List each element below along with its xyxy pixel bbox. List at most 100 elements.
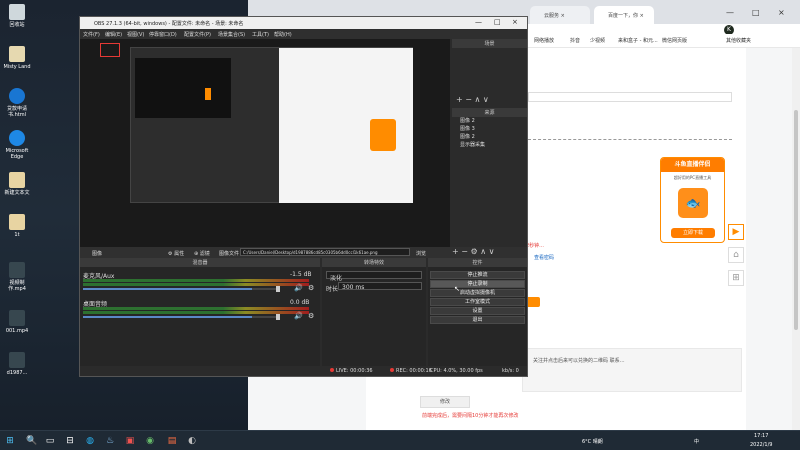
menu-tools[interactable]: 工具(T) (252, 31, 269, 38)
clock-date[interactable]: 2022/1/9 (750, 442, 772, 448)
ad-download-button[interactable]: 立即下载 (671, 228, 715, 238)
menu-edit[interactable]: 编辑(E) (105, 31, 122, 38)
source-item[interactable]: 显示器采集 (452, 141, 527, 149)
volume-slider[interactable] (83, 288, 279, 290)
menu-profile[interactable]: 配置文件(P) (184, 31, 211, 38)
stop-streaming-button[interactable]: 停止推流 (430, 271, 525, 279)
bookmark-item[interactable]: 抖音 (570, 37, 580, 44)
studio-mode-button[interactable]: 工作室模式 (430, 298, 525, 306)
volume-slider[interactable] (83, 316, 279, 318)
volume-meter (83, 279, 309, 282)
douyu-ad[interactable]: 斗鱼直播伴侣 超好用的PC直播工具 🐟 立即下载 (660, 157, 725, 243)
exit-button[interactable]: 退出 (430, 316, 525, 324)
tab-label: 云服务 × (544, 13, 565, 19)
obs-title-bar: OBS 27.1.3 (64-bit, windows) - 配置文件: 未命名… (80, 17, 527, 29)
app-icon[interactable]: ▤ (166, 435, 178, 447)
desktop-icon-recycle-bin[interactable]: 回收站 (2, 4, 32, 28)
gear-icon[interactable]: ⚙ (308, 284, 314, 292)
chrome-icon[interactable]: ◉ (144, 435, 156, 447)
transition-select[interactable]: 淡化 (326, 271, 422, 282)
weather[interactable]: 6°C 晴朗 (582, 438, 603, 445)
minimize-button[interactable]: — (475, 18, 482, 26)
source-type-label: 图像 (92, 251, 103, 257)
volume-slider-handle[interactable] (276, 286, 280, 292)
obs-preview[interactable] (80, 39, 450, 247)
bookmark-item[interactable]: 网络播放 (534, 37, 554, 44)
steam-icon[interactable]: ♨ (104, 435, 116, 447)
gear-icon[interactable]: ⚙ (308, 312, 314, 320)
bookmark-item[interactable]: 来和盒子 - 和元... (618, 37, 658, 44)
volume-slider-fill (83, 288, 252, 290)
filters-button[interactable]: ⊕ 滤镜 (194, 250, 210, 257)
widgets-icon[interactable]: ⊟ (64, 435, 76, 447)
speaker-icon[interactable]: 🔊 (294, 312, 303, 320)
controls-title: 控件 (428, 258, 527, 267)
desktop-icon-new-text[interactable]: 新建文本文 (2, 172, 32, 196)
desktop-icon-html-file[interactable]: 贷款申请书.html (2, 88, 32, 118)
task-view-icon[interactable]: ▭ (44, 435, 56, 447)
start-icon[interactable]: ⊞ (4, 435, 16, 447)
scene-controls[interactable]: + − ∧ ∨ (456, 95, 489, 104)
stop-recording-button[interactable]: 停止录制 (430, 280, 525, 288)
desktop-icon-label: 1t (14, 232, 20, 238)
source-item[interactable]: 图像 2 (452, 117, 527, 125)
desktop-icon-1t[interactable]: 1t (2, 214, 32, 238)
menu-file[interactable]: 文件(F) (83, 31, 100, 38)
clock-time[interactable]: 17:17 (754, 433, 768, 439)
sources-dock-title: 来源 (452, 108, 527, 117)
maximize-button[interactable]: □ (494, 18, 501, 26)
properties-button[interactable]: ⚙ 属性 (168, 250, 184, 257)
speaker-icon[interactable]: 🔊 (294, 284, 303, 292)
source-item[interactable]: 图像 2 (452, 133, 527, 141)
bookmark-item[interactable]: 微信网页版 (662, 37, 687, 44)
minimize-button[interactable]: — (726, 8, 734, 17)
live-time: LIVE: 00:00:36 (336, 368, 373, 374)
browser-tab-active[interactable]: 百度一下，你 × (594, 6, 654, 24)
menu-view[interactable]: 视图(V) (127, 31, 144, 38)
track-db: 0.0 dB (290, 299, 310, 306)
page-input[interactable] (528, 92, 732, 102)
obs-window: OBS 27.1.3 (64-bit, windows) - 配置文件: 未命名… (79, 16, 528, 377)
close-button[interactable]: × (778, 8, 785, 17)
desktop-icon-label: 回收站 (9, 22, 25, 28)
desktop-icon-edge[interactable]: Microsoft Edge (2, 130, 32, 160)
grid-icon[interactable]: ⊞ (728, 270, 744, 286)
menu-scene-collection[interactable]: 场景集合(S) (218, 31, 245, 38)
search-icon[interactable]: 🔍 (26, 435, 38, 447)
browse-button[interactable]: 浏览 (416, 250, 426, 257)
image-file-icon (9, 352, 25, 368)
desktop-icon-video-1[interactable]: 视频制作.mp4 (2, 262, 32, 292)
bookmark-item[interactable]: 其他收藏夹 (726, 37, 751, 44)
maximize-button[interactable]: □ (752, 8, 760, 17)
audio-mixer: 混音器 麦克风/Aux -1.5 dB 🔊 ⚙ 桌面音频 0.0 dB 🔊 ⚙ (80, 258, 320, 366)
desktop-icon-misty-land[interactable]: Misty Land (2, 46, 32, 70)
image-path-field[interactable]: C:/Users/Daniel/Desktop/d1987886cd85c030… (240, 248, 410, 256)
desktop-icon-video-2[interactable]: 001.mp4 (2, 310, 32, 334)
duration-field[interactable]: 300 ms (338, 282, 422, 291)
menu-help[interactable]: 帮助(H) (274, 31, 292, 38)
start-virtual-camera-button[interactable]: 启动虚拟摄像机 (430, 289, 525, 297)
play-icon[interactable]: ▶ (728, 224, 744, 240)
source-controls[interactable]: + − ⚙ ∧ ∨ (452, 247, 494, 256)
home-icon[interactable]: ⌂ (728, 247, 744, 263)
volume-slider-handle[interactable] (276, 314, 280, 320)
edge-taskbar-icon[interactable]: ◍ (84, 435, 96, 447)
scrollbar-thumb[interactable] (794, 110, 798, 330)
ime-indicator[interactable]: 中 (694, 438, 699, 445)
close-button[interactable]: × (512, 18, 518, 26)
desktop-icon-label: Microsoft Edge (5, 148, 29, 160)
track-db: -1.5 dB (290, 271, 312, 278)
menu-docks[interactable]: 停靠窗口(D) (149, 31, 177, 38)
red-notice: 2秒钟... (526, 243, 544, 249)
source-item[interactable]: 图像 3 (452, 125, 527, 133)
desktop-icon-label: d1987... (6, 370, 28, 376)
app-icon[interactable]: ▣ (124, 435, 136, 447)
obs-icon[interactable]: ◐ (186, 435, 198, 447)
info-box-text: 关注并点击后来可以兑换的二维码 联系… (533, 358, 625, 364)
settings-button[interactable]: 设置 (430, 307, 525, 315)
edit-button[interactable]: 修改 (420, 396, 470, 408)
bookmark-item[interactable]: 少视频 (590, 37, 605, 44)
browser-tab[interactable]: 云服务 × (530, 6, 590, 24)
desktop-icon-image[interactable]: d1987... (2, 352, 32, 376)
view-password-link[interactable]: 查看密码 (534, 254, 554, 261)
